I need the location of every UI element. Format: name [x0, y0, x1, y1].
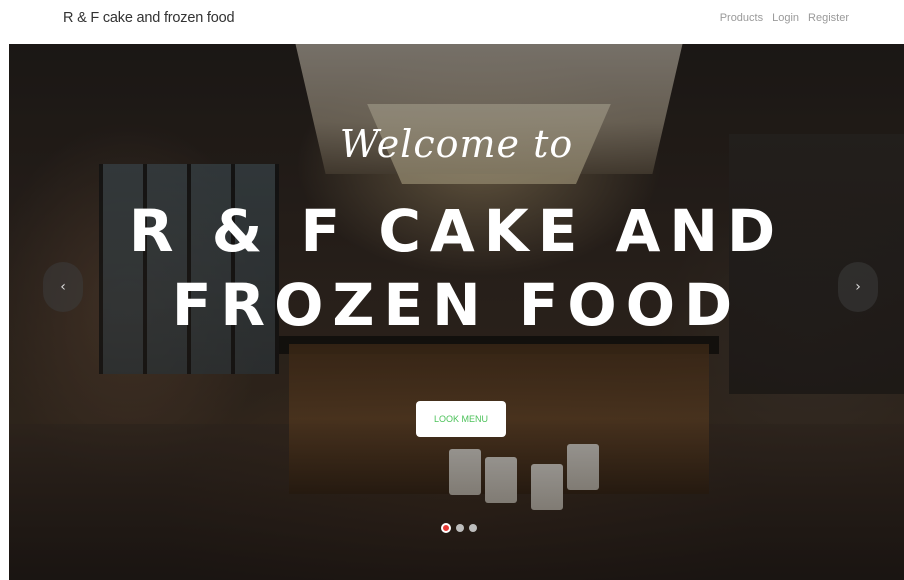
- top-navbar: R & F cake and frozen food Products Logi…: [0, 0, 904, 44]
- nav-register-link[interactable]: Register: [808, 12, 849, 24]
- brand-title[interactable]: R & F cake and frozen food: [63, 10, 235, 26]
- hero-headline: R & F CAKE AND FROZEN FOOD: [9, 194, 904, 342]
- chevron-left-icon: ‹: [60, 279, 66, 295]
- chevron-right-icon: ›: [855, 279, 861, 295]
- nav-products-link[interactable]: Products: [720, 12, 763, 24]
- hero-headline-line-1: R & F CAKE AND: [128, 197, 785, 265]
- nav-login-link[interactable]: Login: [772, 12, 799, 24]
- carousel-indicators: [441, 523, 477, 533]
- carousel-prev-button[interactable]: ‹: [43, 262, 83, 312]
- hero-headline-line-2: FROZEN FOOD: [171, 271, 742, 339]
- carousel-next-button[interactable]: ›: [838, 262, 878, 312]
- hero-welcome-text: Welcome to: [339, 122, 574, 166]
- hero-carousel: Welcome to R & F CAKE AND FROZEN FOOD LO…: [9, 44, 904, 580]
- look-menu-button[interactable]: LOOK MENU: [416, 401, 506, 437]
- nav-links: Products Login Register: [720, 12, 849, 24]
- carousel-dot-3[interactable]: [469, 524, 477, 532]
- carousel-dot-1[interactable]: [441, 523, 451, 533]
- carousel-dot-2[interactable]: [456, 524, 464, 532]
